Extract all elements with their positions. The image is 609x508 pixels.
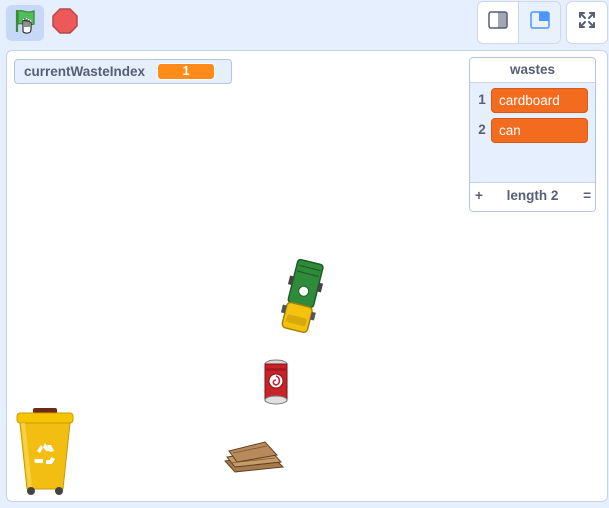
list-monitor: wastes 1 cardboard 2 can + length 2 = — [469, 57, 596, 212]
list-item-row: 2 can — [470, 116, 595, 144]
variable-monitor: currentWasteIndex 1 — [14, 59, 232, 84]
fullscreen-button[interactable] — [566, 1, 608, 44]
stop-button[interactable] — [46, 5, 84, 41]
cardboard-sprite[interactable] — [221, 439, 287, 480]
fullscreen-icon — [578, 11, 596, 34]
stage-size-toggle — [477, 1, 561, 44]
variable-name: currentWasteIndex — [24, 64, 146, 79]
small-stage-button[interactable] — [478, 2, 520, 43]
normal-stage-icon — [529, 11, 550, 34]
list-item-value[interactable]: can — [491, 118, 588, 143]
list-item-value[interactable]: cardboard — [491, 88, 588, 113]
variable-value: 1 — [157, 63, 216, 80]
list-resize-handle[interactable]: = — [583, 188, 591, 203]
list-item-index: 2 — [478, 122, 486, 137]
list-item-row: 1 cardboard — [470, 86, 595, 114]
truck-sprite[interactable] — [275, 257, 329, 344]
stage-canvas[interactable]: currentWasteIndex 1 wastes 1 cardboard 2… — [6, 50, 608, 502]
recycle-bin-sprite[interactable] — [13, 407, 77, 501]
list-length: length 2 — [506, 188, 559, 203]
stage-toolbar — [0, 0, 609, 46]
list-footer: + length 2 = — [470, 182, 595, 211]
green-flag-button[interactable] — [6, 5, 44, 41]
list-item-index: 1 — [478, 92, 486, 107]
normal-stage-button[interactable] — [519, 2, 560, 43]
small-stage-icon — [488, 11, 508, 34]
stop-sign-icon — [52, 7, 78, 39]
can-sprite[interactable] — [261, 359, 291, 412]
green-flag-icon — [12, 6, 38, 41]
list-title: wastes — [470, 58, 595, 83]
